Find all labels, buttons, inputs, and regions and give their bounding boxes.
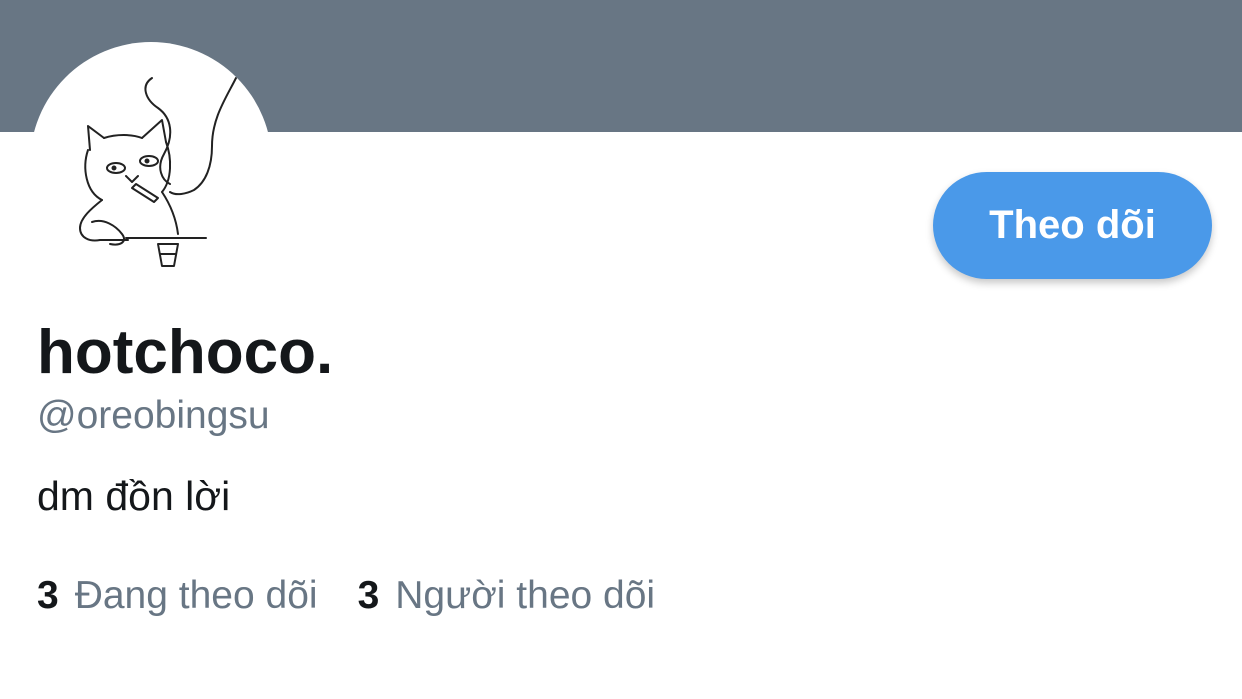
following-label: Đang theo dõi [74,574,318,617]
cat-smoking-drawing-icon [79,77,237,267]
follow-button[interactable]: Theo dõi [933,172,1212,279]
following-count: 3 [37,574,59,617]
followers-count: 3 [357,574,380,617]
followers-label: Người theo dõi [395,574,656,617]
following-stat[interactable]: 3 Đang theo dõi [37,573,318,620]
followers-stat[interactable]: 3 Người theo dõi [358,573,656,620]
profile-stats: 3 Đang theo dõi 3 Người theo dõi [37,573,695,620]
avatar[interactable] [30,42,272,284]
display-name: hotchoco. [37,318,334,387]
profile-bio: dm đồn lời [37,473,231,519]
username-handle: @oreobingsu [37,394,270,437]
